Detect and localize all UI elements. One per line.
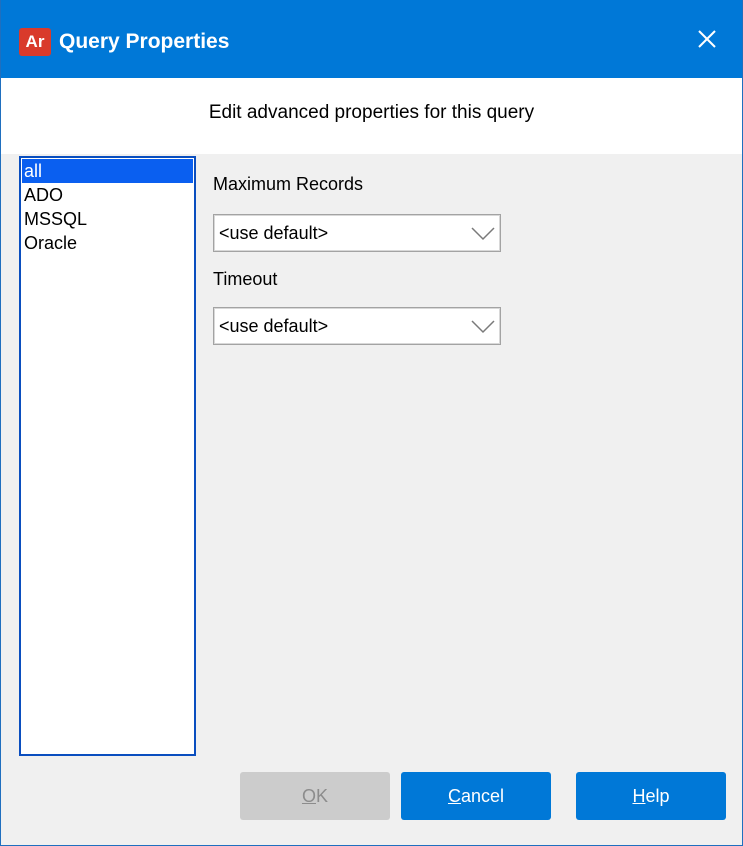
chevron-down-icon xyxy=(471,320,495,334)
maximum-records-label: Maximum Records xyxy=(213,174,364,194)
title-bar[interactable]: Ar Query Properties xyxy=(1,0,742,78)
cancel-mnemonic: C xyxy=(447,786,461,806)
cancel-button[interactable]: Cancel xyxy=(401,772,551,820)
list-item-mssql[interactable]: MSSQL xyxy=(22,207,193,231)
header-banner: Edit advanced properties for this query xyxy=(1,78,742,154)
close-button[interactable] xyxy=(672,0,742,78)
help-label-rest: elp xyxy=(645,786,670,806)
ok-button[interactable]: OK xyxy=(240,772,390,820)
maximum-records-dropdown[interactable]: <use default> xyxy=(213,214,501,252)
list-item-ado[interactable]: ADO xyxy=(22,183,193,207)
maximum-records-value: <use default> xyxy=(219,223,329,243)
list-item-all[interactable]: all xyxy=(22,159,193,183)
timeout-value: <use default> xyxy=(219,316,329,336)
chevron-down-icon xyxy=(471,227,495,241)
help-mnemonic: H xyxy=(632,786,646,806)
ok-mnemonic: O xyxy=(301,786,316,806)
timeout-label: Timeout xyxy=(213,269,278,289)
app-logo-icon: Ar xyxy=(19,28,51,56)
provider-list[interactable]: all ADO MSSQL Oracle xyxy=(19,156,196,756)
list-item-oracle[interactable]: Oracle xyxy=(22,231,193,255)
help-button[interactable]: Help xyxy=(576,772,726,820)
window-title: Query Properties xyxy=(59,30,230,53)
header-description: Edit advanced properties for this query xyxy=(208,102,535,123)
close-icon xyxy=(698,30,716,48)
cancel-label-rest: ancel xyxy=(460,786,505,806)
timeout-dropdown[interactable]: <use default> xyxy=(213,307,501,345)
query-properties-dialog: Ar Query Properties Edit advanced proper… xyxy=(0,0,743,846)
ok-label-rest: K xyxy=(316,786,329,806)
